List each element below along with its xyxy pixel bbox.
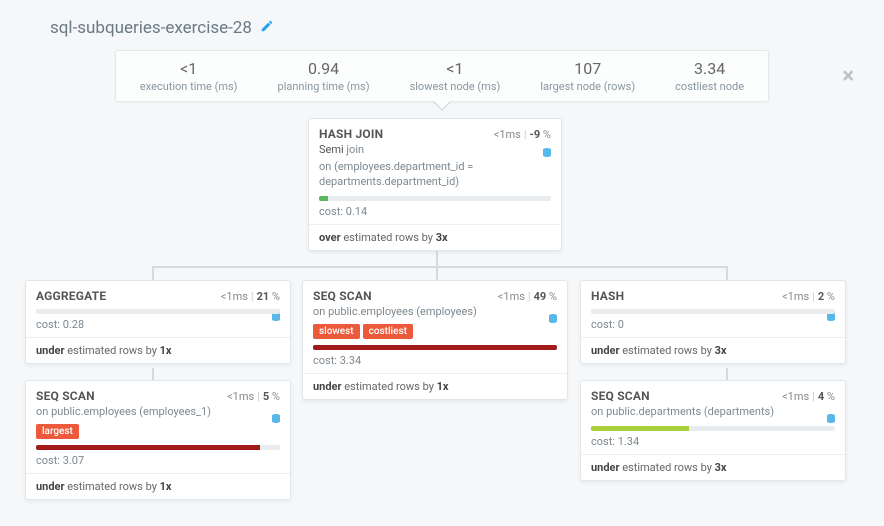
node-timing: <1ms|49 %	[498, 290, 557, 303]
node-estimate: under estimated rows by 3x	[581, 454, 845, 474]
database-icon	[547, 313, 559, 325]
connector	[152, 266, 728, 268]
node-title: AGGREGATE	[36, 289, 106, 303]
node-title: SEQ SCAN	[591, 389, 650, 403]
node-timing: <1ms|2 %	[782, 290, 835, 303]
cost-bar	[36, 309, 280, 314]
node-detail: on public.employees (employees)	[313, 305, 557, 320]
node-timing: <1ms|-9 %	[494, 128, 551, 141]
node-detail: on public.departments (departments)	[591, 405, 835, 420]
stat-exec-time: <1 execution time (ms)	[120, 59, 258, 93]
node-hash[interactable]: HASH <1ms|2 % cost: 0 under estimated ro…	[580, 280, 846, 364]
node-seq-scan-dept[interactable]: SEQ SCAN <1ms|4 % on public.departments …	[580, 380, 846, 481]
badge-costliest: costliest	[363, 324, 413, 339]
node-estimate: over estimated rows by 3x	[309, 224, 561, 244]
edit-icon[interactable]	[260, 19, 274, 37]
connector	[436, 250, 438, 280]
node-title: SEQ SCAN	[313, 289, 372, 303]
database-icon	[541, 147, 553, 159]
node-seq-scan-emp[interactable]: SEQ SCAN <1ms|49 % on public.employees (…	[302, 280, 568, 400]
stat-value: <1	[410, 59, 501, 78]
node-aggregate[interactable]: AGGREGATE <1ms|21 % cost: 0.28 under est…	[25, 280, 291, 364]
connector	[726, 266, 728, 280]
node-title: HASH	[591, 289, 624, 303]
node-title: SEQ SCAN	[36, 389, 95, 403]
stat-value: <1	[140, 59, 238, 78]
node-estimate: under estimated rows by 1x	[26, 473, 290, 493]
page-title: sql-subqueries-exercise-28	[50, 18, 252, 38]
stat-slowest: <1 slowest node (ms)	[390, 59, 521, 93]
node-cost: cost: 0	[591, 318, 835, 331]
node-seq-scan-emp1[interactable]: SEQ SCAN <1ms|5 % on public.employees (e…	[25, 380, 291, 500]
node-cost: cost: 3.07	[36, 454, 280, 467]
node-detail: on public.employees (employees_1)	[36, 405, 280, 420]
stat-label: slowest node (ms)	[410, 80, 501, 93]
stat-value: 0.94	[278, 59, 370, 78]
node-cost: cost: 0.28	[36, 318, 280, 331]
node-estimate: under estimated rows by 1x	[26, 337, 290, 357]
node-estimate: under estimated rows by 1x	[303, 373, 567, 393]
stat-plan-time: 0.94 planning time (ms)	[258, 59, 390, 93]
node-cost: cost: 0.14	[319, 205, 551, 218]
cost-bar	[591, 426, 835, 431]
node-cost: cost: 1.34	[591, 435, 835, 448]
stat-costliest: 3.34 costliest node	[655, 59, 764, 93]
node-title: HASH JOIN	[319, 127, 383, 141]
database-icon	[825, 413, 837, 425]
stat-value: 107	[540, 59, 635, 78]
badge-largest: largest	[36, 424, 79, 439]
stat-label: costliest node	[675, 80, 744, 93]
node-timing: <1ms|21 %	[221, 290, 280, 303]
close-icon[interactable]: ×	[842, 64, 854, 89]
stats-bar: <1 execution time (ms) 0.94 planning tim…	[115, 50, 769, 102]
node-detail: on (employees.department_id = department…	[319, 160, 551, 190]
cost-bar	[591, 309, 835, 314]
cost-bar	[319, 196, 551, 201]
node-cost: cost: 3.34	[313, 354, 557, 367]
node-hash-join[interactable]: HASH JOIN <1ms|-9 % Semi join on (employ…	[308, 118, 562, 251]
cost-bar	[313, 345, 557, 350]
stat-label: largest node (rows)	[540, 80, 635, 93]
node-timing: <1ms|5 %	[227, 390, 280, 403]
database-icon	[270, 413, 282, 425]
stat-label: execution time (ms)	[140, 80, 238, 93]
node-detail: Semi join	[319, 143, 551, 158]
stat-largest: 107 largest node (rows)	[520, 59, 655, 93]
node-estimate: under estimated rows by 3x	[581, 337, 845, 357]
stat-label: planning time (ms)	[278, 80, 370, 93]
stat-value: 3.34	[675, 59, 744, 78]
node-timing: <1ms|4 %	[782, 390, 835, 403]
cost-bar	[36, 445, 280, 450]
connector	[152, 266, 154, 280]
badge-slowest: slowest	[313, 324, 360, 339]
